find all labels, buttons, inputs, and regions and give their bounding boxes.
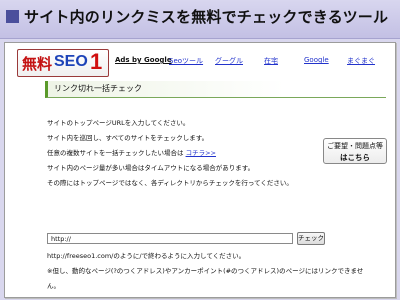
logo-text-jp: 無料 <box>22 55 53 73</box>
instruction-line-2: サイト内を巡回し、すべてのサイトをチェックします。 <box>47 134 209 142</box>
screenshot-frame: 無料 SEO 1 Ads by Google Seoツール グーグル 在宅 Go… <box>4 42 396 298</box>
page-title: サイト内のリンクミスを無料でチェックできるツール <box>24 8 389 26</box>
feedback-line-1: ご要望・問題点等 <box>327 142 383 150</box>
section-header: リンク切れ一括チェック <box>45 81 386 98</box>
section-title: リンク切れ一括チェック <box>54 84 142 93</box>
feedback-line-2: はこちら <box>340 153 370 162</box>
instruction-line-3-text: 任意の複数サイトを一括チェックしたい場合は <box>47 149 184 157</box>
input-hint: http://freeseo1.com/のように/で終わるように入力してください… <box>47 252 246 260</box>
instruction-line-5: その際にはトップページではなく、各ディレクトリからチェックを行ってください。 <box>47 179 293 187</box>
instruction-line-3: 任意の複数サイトを一括チェックしたい場合は コチラ>> <box>47 147 216 157</box>
logo-text-one: 1 <box>90 49 103 74</box>
nav-link-seo-tool[interactable]: Seoツール <box>169 56 203 66</box>
bulk-check-link[interactable]: コチラ>> <box>186 149 216 157</box>
note-line-2: ん。 <box>47 282 60 290</box>
check-button[interactable]: チェック <box>297 232 325 245</box>
logo-text-seo: SEO <box>54 53 88 70</box>
nav-link-magmag[interactable]: まぐまぐ <box>347 56 375 66</box>
instruction-line-1: サイトのトップページURLを入力してください。 <box>47 119 190 127</box>
nav-link-google[interactable]: Google <box>304 56 329 64</box>
note-line-1: ※但し、動的なページ(?のつくアドレス)やアンカーポイント(#のつくアドレス)の… <box>47 267 364 275</box>
banner-square-icon <box>6 10 19 23</box>
nav-link-home-work[interactable]: 在宅 <box>264 56 278 66</box>
site-logo[interactable]: 無料 SEO 1 <box>17 49 109 77</box>
ads-by-google-link[interactable]: Ads by Google <box>115 56 172 64</box>
nav-link-google-jp[interactable]: グーグル <box>215 56 243 66</box>
title-banner: サイト内のリンクミスを無料でチェックできるツール <box>0 0 400 39</box>
url-input[interactable]: http:// <box>47 233 293 244</box>
feedback-button[interactable]: ご要望・問題点等 はこちら <box>323 138 387 164</box>
instruction-line-4: サイト内のページ量が多い場合はタイムアウトになる場合があります。 <box>47 164 255 172</box>
